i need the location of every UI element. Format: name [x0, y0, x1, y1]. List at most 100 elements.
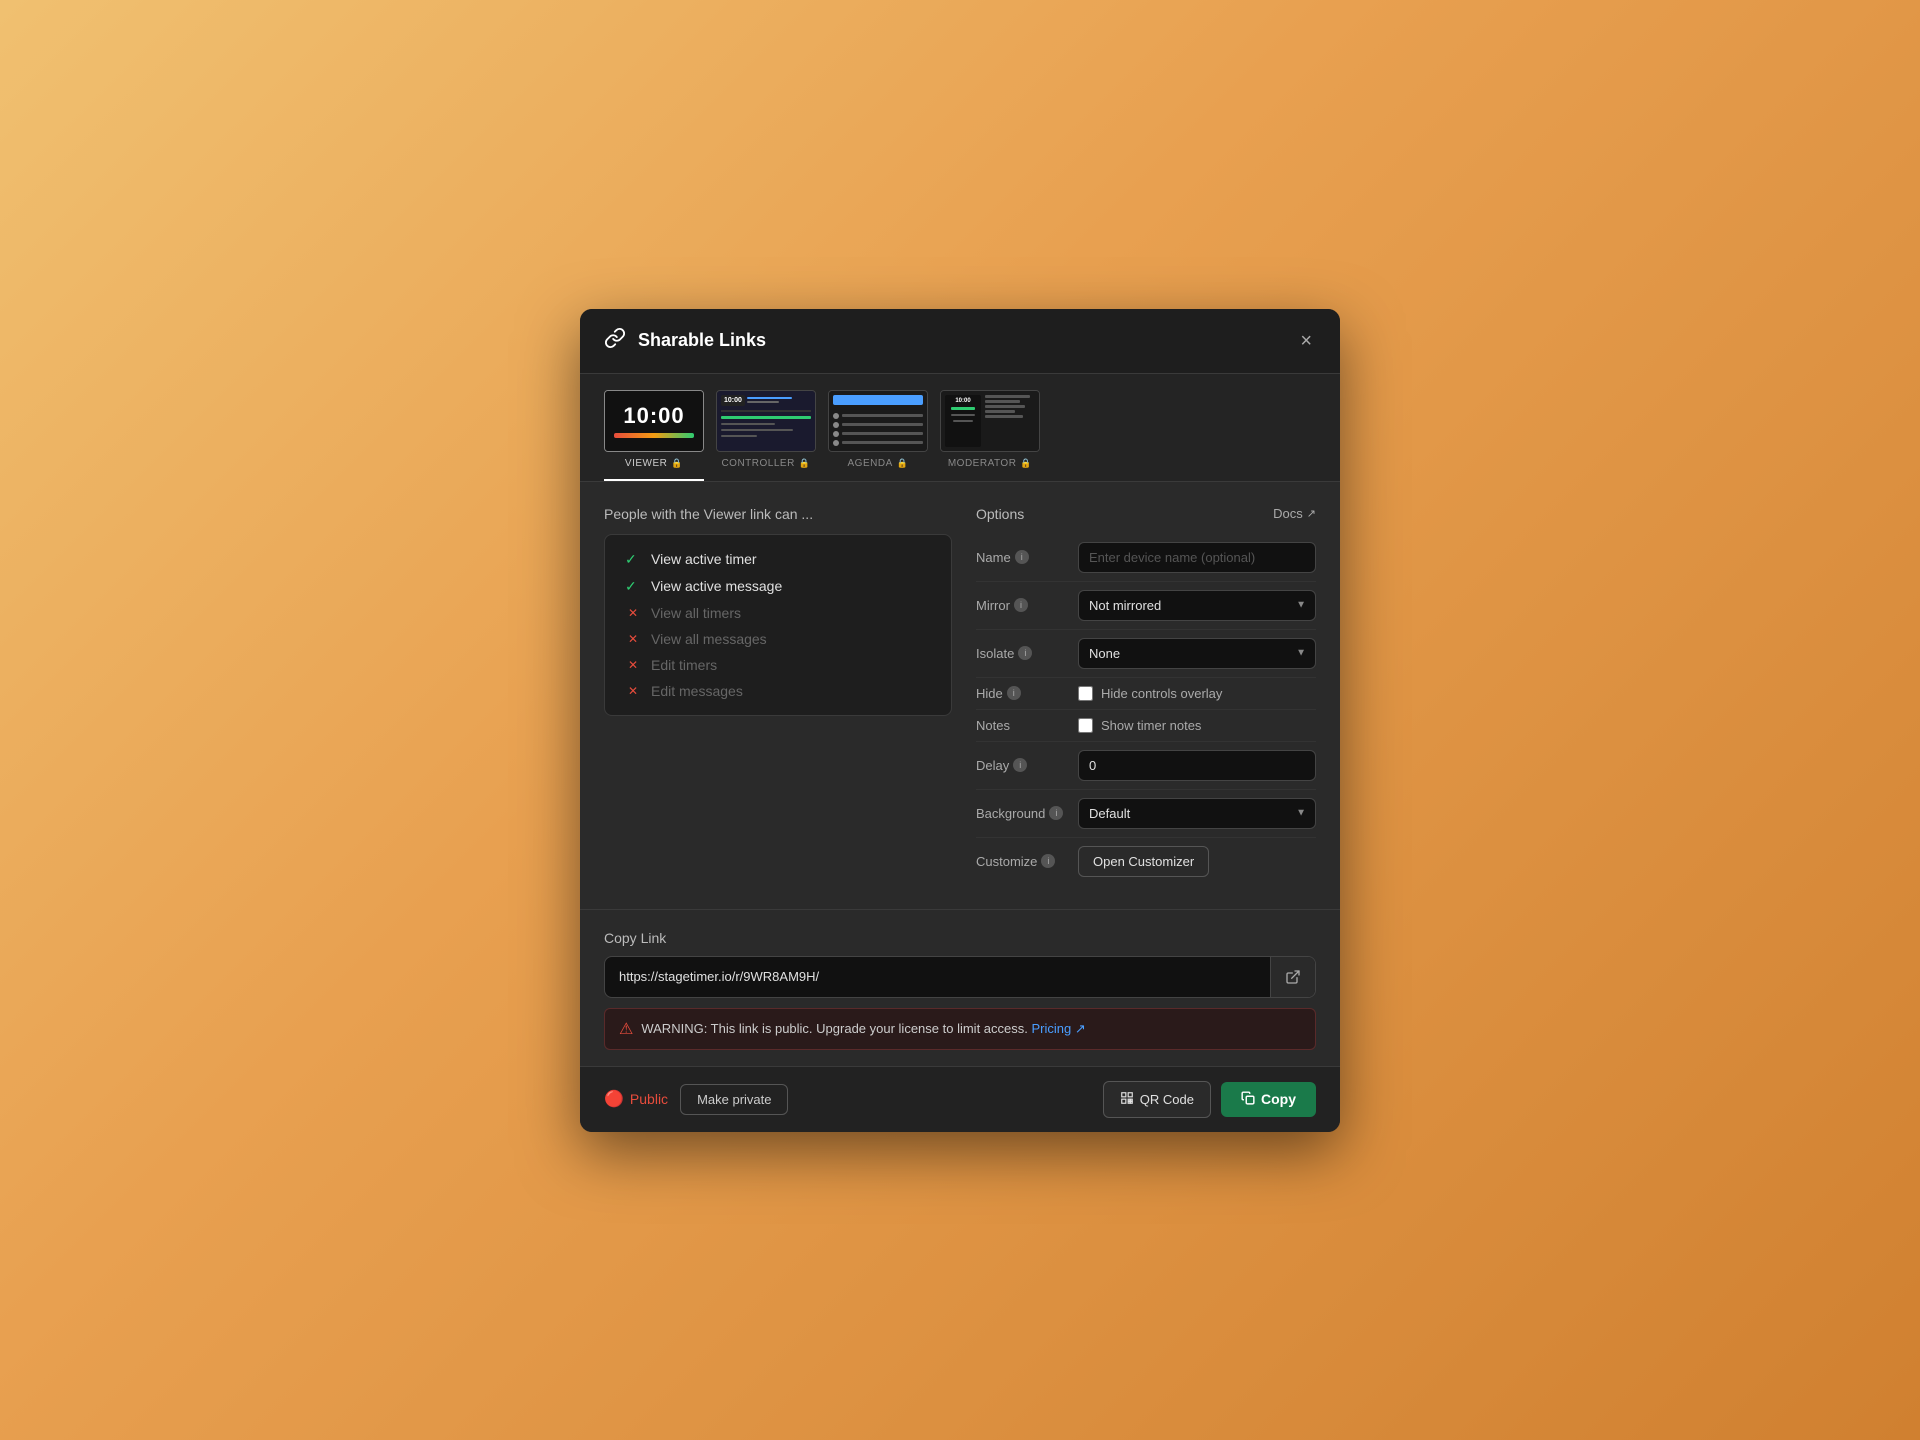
docs-link[interactable]: Docs ↗ — [1273, 506, 1316, 521]
header-left: Sharable Links — [604, 327, 766, 354]
modal-header: Sharable Links × — [580, 309, 1340, 374]
permissions-panel: People with the Viewer link can ... ✓ Vi… — [604, 506, 952, 885]
x-icon-3: ✕ — [625, 658, 641, 672]
customize-info-icon[interactable]: i — [1041, 854, 1055, 868]
perm-view-active-message: ✓ View active message — [625, 578, 931, 595]
copy-button[interactable]: Copy — [1221, 1082, 1316, 1117]
modal-body: People with the Viewer link can ... ✓ Vi… — [580, 482, 1340, 909]
x-icon-2: ✕ — [625, 632, 641, 646]
options-panel: Options Docs ↗ Name i — [976, 506, 1316, 885]
option-delay-label: Delay i — [976, 758, 1066, 773]
warning-bar: ⚠ WARNING: This link is public. Upgrade … — [604, 1008, 1316, 1050]
perm-view-active-timer: ✓ View active timer — [625, 551, 931, 568]
link-input-row — [604, 956, 1316, 998]
copy-link-section: Copy Link ⚠ WARNING: This link is public… — [580, 909, 1340, 1066]
tab-controller[interactable]: 10:00 — [716, 390, 816, 481]
ctrl-time: 10:00 — [721, 395, 745, 406]
footer-right: QR Code Copy — [1103, 1081, 1316, 1118]
option-customize-row: Customize i Open Customizer — [976, 838, 1316, 885]
moderator-lock-icon: 🔒 — [1020, 458, 1032, 469]
delay-info-icon[interactable]: i — [1013, 758, 1027, 772]
mirror-info-icon[interactable]: i — [1014, 598, 1028, 612]
tab-controller-label: CONTROLLER 🔒 — [721, 458, 810, 469]
public-label: Public — [630, 1091, 668, 1107]
option-background-control: Default Black White Transparent ▼ — [1078, 798, 1316, 829]
option-isolate-row: Isolate i None Timer 1 Timer 2 ▼ — [976, 630, 1316, 678]
tab-agenda[interactable]: AGENDA 🔒 — [828, 390, 928, 481]
option-mirror-control: Not mirrored Horizontal Vertical Both ▼ — [1078, 590, 1316, 621]
name-info-icon[interactable]: i — [1015, 550, 1029, 564]
warning-text: WARNING: This link is public. Upgrade yo… — [641, 1021, 1085, 1037]
public-badge: 🔴 Public — [604, 1089, 668, 1109]
open-customizer-button[interactable]: Open Customizer — [1078, 846, 1209, 877]
qr-icon — [1120, 1091, 1134, 1108]
warning-icon: ⚠ — [619, 1019, 633, 1039]
footer-left: 🔴 Public Make private — [604, 1084, 788, 1115]
option-name-label: Name i — [976, 550, 1066, 565]
option-name-control — [1078, 542, 1316, 573]
perm-edit-timers: ✕ Edit timers — [625, 657, 931, 673]
option-notes-label: Notes — [976, 718, 1066, 733]
options-grid: Name i Mirror i Not mirrored — [976, 534, 1316, 885]
agenda-preview-thumb — [828, 390, 928, 452]
permissions-title: People with the Viewer link can ... — [604, 506, 952, 522]
make-private-button[interactable]: Make private — [680, 1084, 788, 1115]
hide-info-icon[interactable]: i — [1007, 686, 1021, 700]
hide-checkbox[interactable] — [1078, 686, 1093, 701]
tab-moderator[interactable]: 10:00 MODERATOR 🔒 — [940, 390, 1040, 481]
link-icon — [604, 327, 626, 354]
background-select[interactable]: Default Black White Transparent — [1078, 798, 1316, 829]
delay-input[interactable] — [1078, 750, 1316, 781]
isolate-select[interactable]: None Timer 1 Timer 2 — [1078, 638, 1316, 669]
option-delay-row: Delay i — [976, 742, 1316, 790]
tab-viewer[interactable]: 10:00 VIEWER 🔒 — [604, 390, 704, 481]
name-input[interactable] — [1078, 542, 1316, 573]
tab-moderator-label: MODERATOR 🔒 — [948, 458, 1032, 469]
viewer-lock-icon: 🔒 — [671, 458, 683, 469]
copy-label: Copy — [1261, 1091, 1296, 1107]
background-info-icon[interactable]: i — [1049, 806, 1063, 820]
tab-viewer-label: VIEWER 🔒 — [625, 458, 683, 469]
qr-code-button[interactable]: QR Code — [1103, 1081, 1211, 1118]
option-isolate-label: Isolate i — [976, 646, 1066, 661]
options-title: Options — [976, 506, 1024, 522]
check-icon-1: ✓ — [625, 551, 641, 568]
controller-lock-icon: 🔒 — [799, 458, 811, 469]
tabs-row: 10:00 VIEWER 🔒 10:00 — [580, 374, 1340, 482]
copy-icon — [1241, 1091, 1255, 1108]
isolate-info-icon[interactable]: i — [1018, 646, 1032, 660]
option-name-row: Name i — [976, 534, 1316, 582]
viewer-preview: 10:00 — [604, 390, 704, 452]
x-icon-1: ✕ — [625, 606, 641, 620]
hide-checkbox-label: Hide controls overlay — [1101, 686, 1222, 701]
copy-link-title: Copy Link — [604, 930, 1316, 946]
x-icon-4: ✕ — [625, 684, 641, 698]
option-mirror-label: Mirror i — [976, 598, 1066, 613]
agenda-lock-icon: 🔒 — [897, 458, 909, 469]
moderator-preview-thumb: 10:00 — [940, 390, 1040, 452]
notes-checkbox[interactable] — [1078, 718, 1093, 733]
option-notes-row: Notes Show timer notes — [976, 710, 1316, 742]
controller-preview: 10:00 — [716, 390, 816, 452]
mirror-select[interactable]: Not mirrored Horizontal Vertical Both — [1078, 590, 1316, 621]
open-link-button[interactable] — [1270, 957, 1315, 997]
option-customize-label: Customize i — [976, 854, 1066, 869]
qr-code-label: QR Code — [1140, 1092, 1194, 1107]
viewer-progress-bar — [614, 433, 694, 438]
option-mirror-row: Mirror i Not mirrored Horizontal Vertica… — [976, 582, 1316, 630]
close-button[interactable]: × — [1296, 327, 1316, 355]
options-header: Options Docs ↗ — [976, 506, 1316, 522]
tab-agenda-label: AGENDA 🔒 — [848, 458, 909, 469]
pricing-link[interactable]: Pricing ↗ — [1031, 1021, 1085, 1036]
perm-edit-messages: ✕ Edit messages — [625, 683, 931, 699]
notes-checkbox-label: Show timer notes — [1101, 718, 1201, 733]
link-url-input[interactable] — [605, 959, 1270, 994]
option-customize-control: Open Customizer — [1078, 846, 1316, 877]
option-hide-label: Hide i — [976, 686, 1066, 701]
modal-title: Sharable Links — [638, 330, 766, 351]
permissions-box: ✓ View active timer ✓ View active messag… — [604, 534, 952, 716]
sharable-links-modal: Sharable Links × 10:00 VIEWER 🔒 — [580, 309, 1340, 1132]
viewer-time-display: 10:00 — [623, 403, 684, 429]
option-background-label: Background i — [976, 806, 1066, 821]
perm-view-all-timers: ✕ View all timers — [625, 605, 931, 621]
